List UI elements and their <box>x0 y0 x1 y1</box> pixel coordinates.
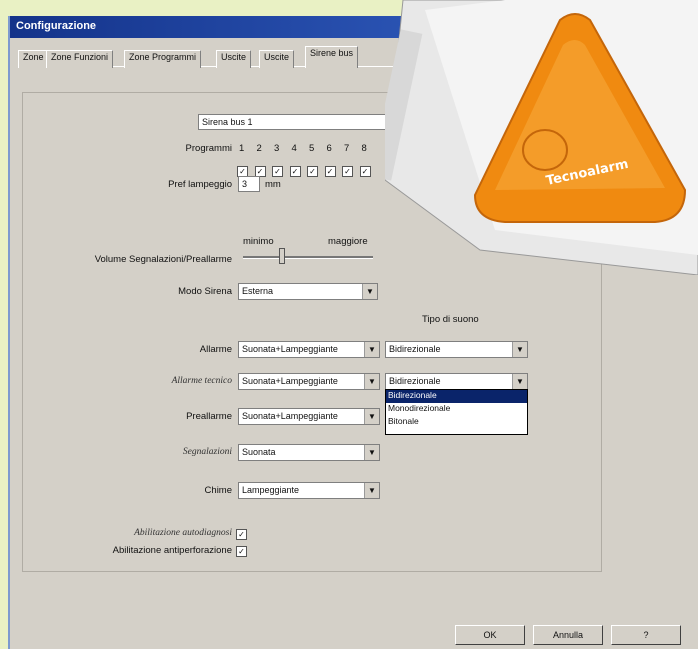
program-checkbox[interactable]: ✓ <box>289 166 301 177</box>
alarm-mode-value: Suonata+Lampeggiante <box>242 344 338 354</box>
mode-dropdown[interactable]: Esterna ▼ <box>238 283 378 300</box>
technical-alarm-sound-dropdown[interactable]: Bidirezionale ▼ <box>385 373 528 390</box>
chevron-down-icon[interactable]: ▼ <box>512 374 527 389</box>
program-number: 7 <box>344 143 350 154</box>
ok-button[interactable]: OK <box>455 625 525 645</box>
tab-uscite-1[interactable]: Uscite <box>216 50 252 68</box>
chevron-down-icon[interactable]: ▼ <box>362 284 377 299</box>
tab-zone-funzioni[interactable]: Zone Funzioni <box>46 50 114 68</box>
technical-alarm-label: Allarme tecnico <box>171 376 232 386</box>
alarm-sound-value: Bidirezionale <box>389 344 441 354</box>
chevron-down-icon[interactable]: ▼ <box>364 483 379 498</box>
chime-label: Chime <box>204 485 232 496</box>
volume-label: Volume Segnalazioni/Preallarme <box>94 254 232 265</box>
mode-value: Esterna <box>242 286 274 296</box>
sound-type-header: Tipo di suono <box>422 314 479 325</box>
window-title: Configurazione <box>16 20 97 32</box>
chime-mode-value: Lampeggiante <box>242 485 300 495</box>
sound-option[interactable]: Monodirezionale <box>386 403 527 416</box>
chevron-down-icon[interactable]: ▼ <box>364 445 379 460</box>
cancel-button[interactable]: Annulla <box>533 625 603 645</box>
program-checkbox[interactable]: ✓ <box>272 166 283 177</box>
flash-time-label: Pref lampeggio <box>168 179 232 190</box>
alarm-mode-dropdown[interactable]: Suonata+Lampeggiante ▼ <box>238 341 380 358</box>
program-checkbox[interactable]: ✓ <box>342 166 353 177</box>
prealarm-label: Preallarme <box>186 411 232 422</box>
flash-time-unit: mm <box>265 179 281 190</box>
chevron-down-icon[interactable]: ▼ <box>364 342 379 357</box>
technical-alarm-sound-value: Bidirezionale <box>389 376 441 386</box>
siren-product-photo: Tecnoalarm <box>385 0 698 275</box>
sound-option[interactable]: Bidirezionale <box>386 390 527 403</box>
program-number: 2 <box>256 143 262 154</box>
program-number: 1 <box>239 143 245 154</box>
program-number: 8 <box>361 143 367 154</box>
sound-options-list[interactable]: Bidirezionale Monodirezionale Bitonale <box>385 389 528 435</box>
tab-uscite-2[interactable]: Uscite <box>259 50 295 68</box>
program-number: 4 <box>291 143 297 154</box>
volume-slider-thumb[interactable] <box>279 248 285 264</box>
program-checkbox[interactable]: ✓ <box>324 166 336 177</box>
autodiag-checkbox[interactable]: ✓ <box>236 529 247 540</box>
chime-mode-dropdown[interactable]: Lampeggiante ▼ <box>238 482 380 499</box>
alarm-sound-dropdown[interactable]: Bidirezionale ▼ <box>385 341 528 358</box>
signals-mode-value: Suonata <box>242 447 276 457</box>
chevron-down-icon[interactable]: ▼ <box>364 374 379 389</box>
alarm-label: Allarme <box>199 344 232 355</box>
prealarm-mode-value: Suonata+Lampeggiante <box>242 411 338 421</box>
sound-option[interactable]: Bitonale <box>386 416 527 429</box>
technical-alarm-mode-dropdown[interactable]: Suonata+Lampeggiante ▼ <box>238 373 380 390</box>
tab-sirene-bus[interactable]: Sirene bus <box>305 46 359 68</box>
tab-zone[interactable]: Zone <box>18 50 49 68</box>
volume-slider-track[interactable] <box>243 256 373 259</box>
siren-name-field[interactable]: Sirena bus 1 <box>198 114 398 130</box>
program-number: 3 <box>274 143 280 154</box>
antitamper-checkbox[interactable]: ✓ <box>236 546 247 557</box>
program-checkbox[interactable]: ✓ <box>359 166 371 177</box>
tab-zone-programmi[interactable]: Zone Programmi <box>124 50 202 68</box>
slider-max-label: maggiore <box>328 236 368 247</box>
help-button[interactable]: ? <box>611 625 681 645</box>
program-number: 5 <box>309 143 315 154</box>
chevron-down-icon[interactable]: ▼ <box>512 342 527 357</box>
signals-label: Segnalazioni <box>182 447 232 457</box>
flash-time-input[interactable]: 3 <box>238 176 260 192</box>
programs-label: Programmi <box>185 143 232 154</box>
mode-label: Modo Sirena <box>178 286 232 297</box>
autodiag-label: Abilitazione autodiagnosi <box>134 528 232 538</box>
chevron-down-icon[interactable]: ▼ <box>364 409 379 424</box>
prealarm-mode-dropdown[interactable]: Suonata+Lampeggiante ▼ <box>238 408 380 425</box>
signals-mode-dropdown[interactable]: Suonata ▼ <box>238 444 380 461</box>
slider-min-label: minimo <box>243 236 274 247</box>
technical-alarm-mode-value: Suonata+Lampeggiante <box>242 376 338 386</box>
program-number: 6 <box>326 143 332 154</box>
program-checkbox[interactable]: ✓ <box>307 166 318 177</box>
antitamper-label: Abilitazione antiperforazione <box>112 545 232 556</box>
